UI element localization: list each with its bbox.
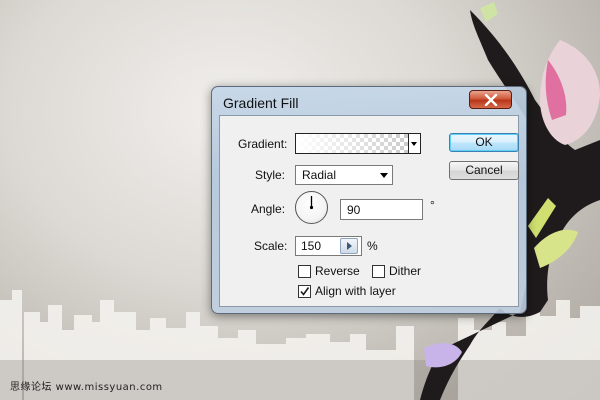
angle-value: 90 [347, 203, 361, 217]
cancel-button[interactable]: Cancel [449, 161, 519, 180]
dialog-title: Gradient Fill [223, 95, 299, 111]
close-x-icon [484, 94, 498, 106]
style-label: Style: [255, 168, 286, 182]
watermark-text: 思缘论坛 www.missyuan.com [10, 382, 163, 393]
align-with-layer-checkbox[interactable] [298, 285, 311, 298]
chevron-right-icon [347, 242, 352, 250]
ok-button-label: OK [475, 135, 493, 149]
gradient-swatch[interactable] [295, 133, 409, 154]
style-value: Radial [302, 168, 337, 182]
angle-input[interactable]: 90 [340, 199, 423, 220]
align-with-layer-label: Align with layer [315, 284, 396, 298]
gradient-dropdown-button[interactable] [409, 133, 421, 154]
style-select[interactable]: Radial [295, 165, 393, 185]
angle-dial[interactable] [295, 191, 328, 224]
dialog-body: Gradient: Style: Radial Angle: 90 ° Scal… [219, 115, 519, 307]
reverse-label: Reverse [315, 264, 360, 278]
scale-value: 150 [301, 239, 322, 253]
reverse-checkbox[interactable] [298, 265, 311, 278]
dither-checkbox[interactable] [372, 265, 385, 278]
cancel-button-label: Cancel [465, 163, 503, 177]
ok-button[interactable]: OK [449, 133, 519, 152]
checkmark-icon [300, 287, 310, 296]
percent-unit: % [367, 239, 378, 253]
chevron-down-icon [380, 173, 388, 178]
angle-dial-icon [309, 196, 314, 210]
chevron-down-icon [411, 142, 417, 146]
angle-label: Angle: [251, 202, 286, 216]
close-button[interactable] [469, 90, 512, 109]
dialog-titlebar[interactable]: Gradient Fill [212, 87, 526, 117]
gradient-fill-dialog: Gradient Fill Gradient: Style: Radial An… [211, 86, 527, 314]
scale-label: Scale: [254, 239, 288, 253]
degree-unit: ° [430, 198, 435, 212]
scale-stepper-button[interactable] [340, 238, 358, 254]
gradient-label: Gradient: [238, 137, 288, 151]
dither-label: Dither [389, 264, 422, 278]
